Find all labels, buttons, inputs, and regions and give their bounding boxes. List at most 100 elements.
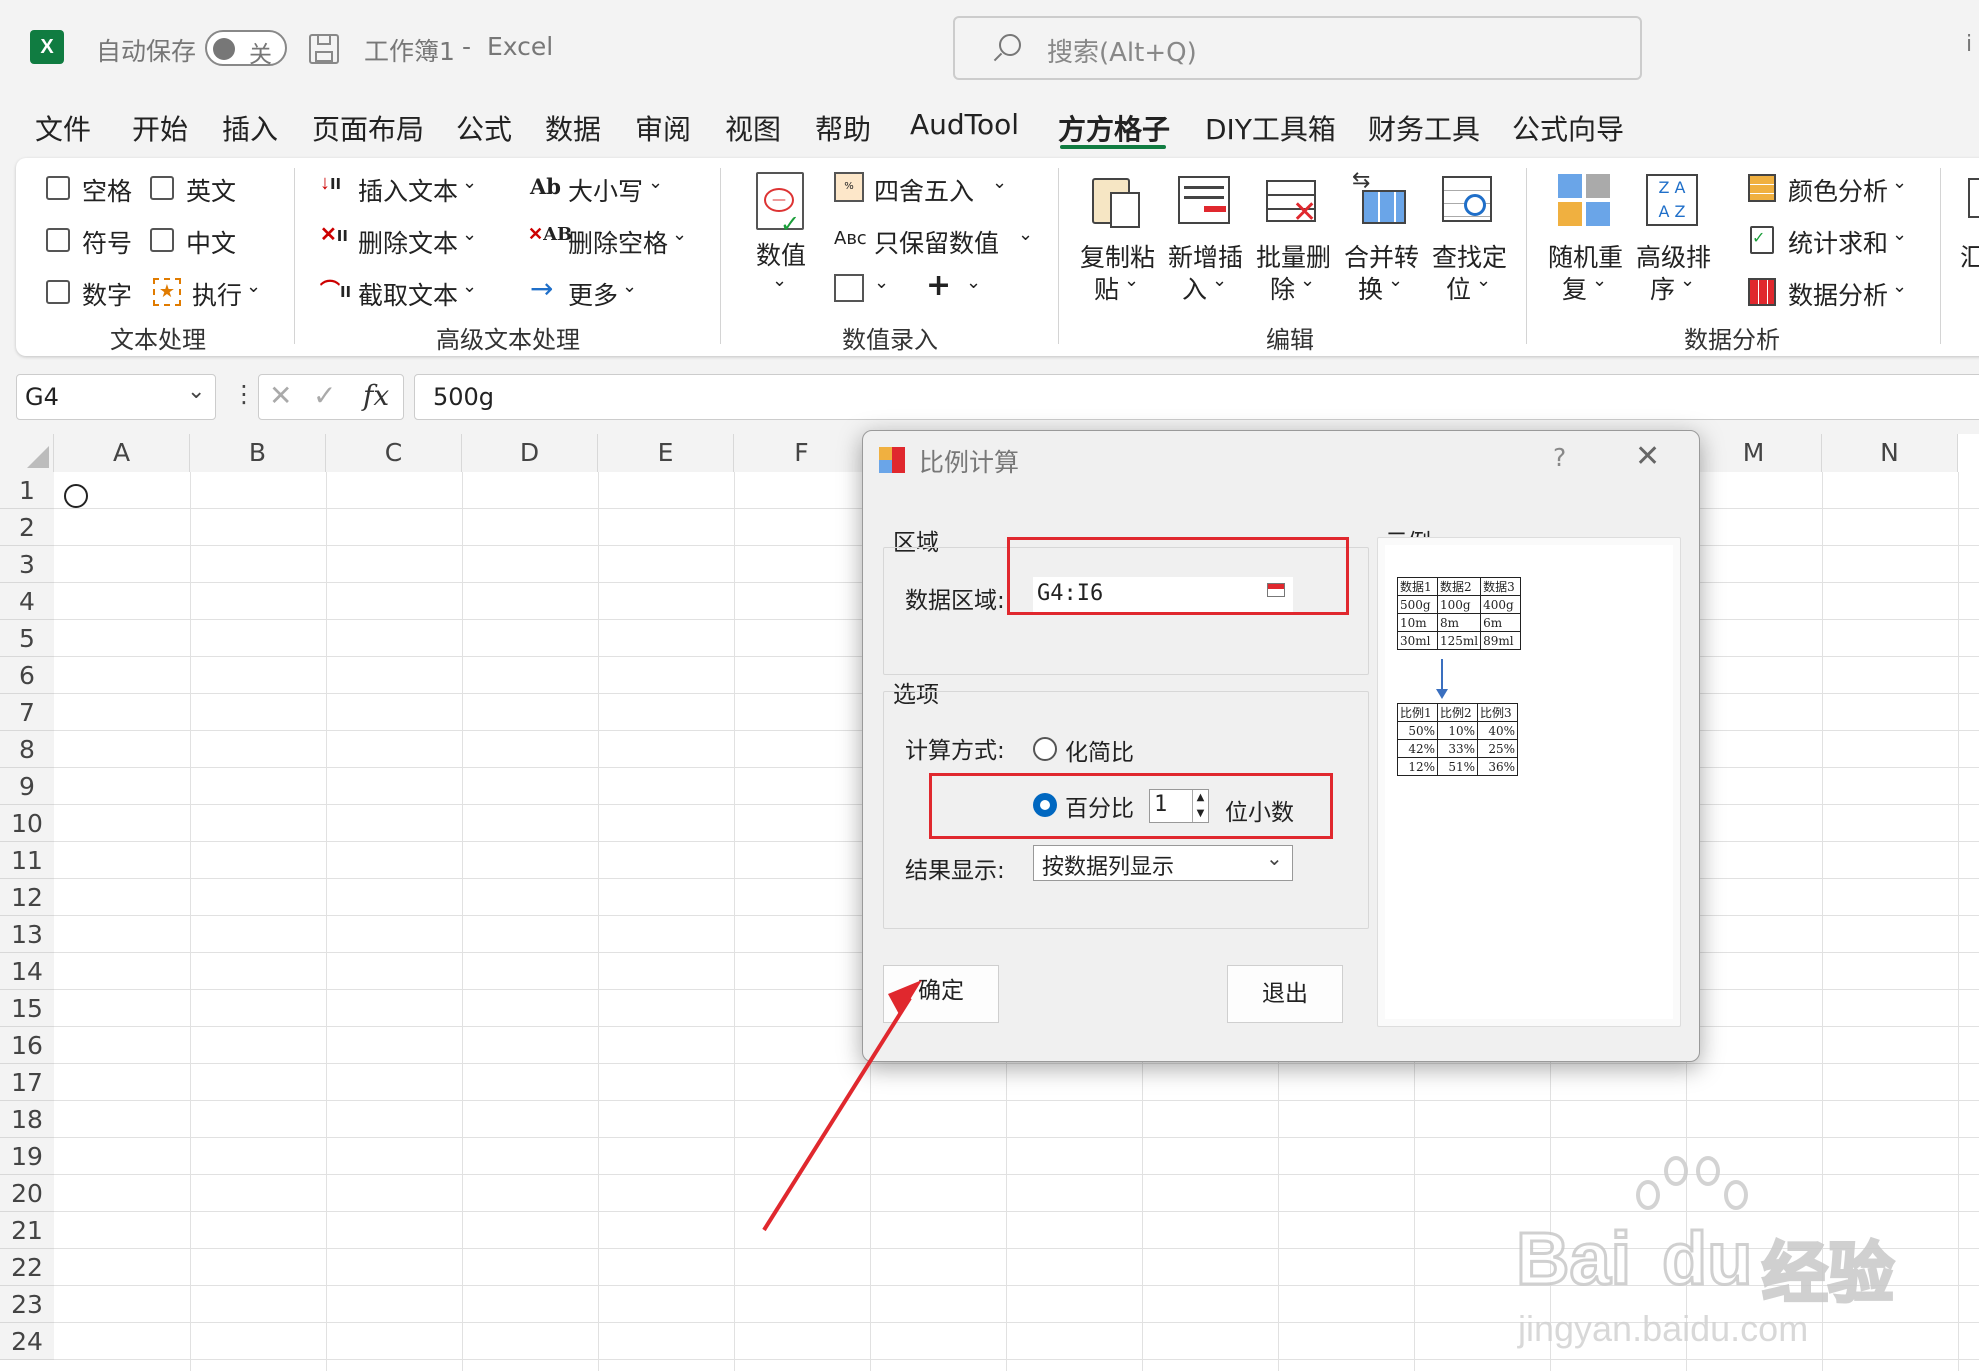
insert-function-icon[interactable]: fx — [363, 379, 389, 412]
row-header-9[interactable]: 9 — [0, 768, 54, 805]
chevron-down-icon[interactable]: ⌄ — [1388, 270, 1403, 291]
confirm-icon[interactable]: ✓ — [313, 379, 336, 412]
chevron-down-icon[interactable]: ⌄ — [1266, 846, 1283, 870]
find-locate-button[interactable]: 查找定 — [1432, 238, 1507, 274]
plus-button[interactable]: + — [926, 268, 951, 303]
menu-review[interactable]: 审阅 — [635, 108, 691, 148]
row-header-7[interactable]: 7 — [0, 694, 54, 731]
menu-data[interactable]: 数据 — [545, 108, 601, 148]
menu-page-layout[interactable]: 页面布局 — [312, 108, 424, 148]
select-all-corner[interactable] — [0, 434, 54, 472]
row-header-6[interactable]: 6 — [0, 657, 54, 694]
column-header-m[interactable]: M — [1686, 434, 1822, 472]
result-display-select[interactable]: 按数据列显示 ⌄ — [1033, 845, 1293, 881]
chevron-down-icon[interactable]: ⌄ — [966, 272, 981, 293]
keep-value-button[interactable]: 只保留数值 — [874, 224, 999, 260]
row-header-8[interactable]: 8 — [0, 731, 54, 768]
radio-simplify[interactable] — [1033, 737, 1057, 761]
column-header-n[interactable]: N — [1822, 434, 1958, 472]
chevron-down-icon[interactable]: ⌄ — [1300, 270, 1315, 291]
row-header-2[interactable]: 2 — [0, 509, 54, 546]
help-button[interactable]: ? — [1553, 443, 1566, 472]
column-header-b[interactable]: B — [190, 434, 326, 472]
merge-convert-button[interactable]: 合并转 — [1344, 238, 1419, 274]
exit-button[interactable]: 退出 — [1227, 965, 1343, 1023]
row-header-10[interactable]: 10 — [0, 805, 54, 842]
column-header-d[interactable]: D — [462, 434, 598, 472]
row-header-19[interactable]: 19 — [0, 1138, 54, 1175]
chevron-down-icon[interactable]: ⌄ — [1212, 270, 1227, 291]
chevron-down-icon[interactable]: ⌄ — [672, 224, 687, 245]
row-header-3[interactable]: 3 — [0, 546, 54, 583]
checkbox-number[interactable] — [46, 280, 70, 304]
color-analysis-button[interactable]: 颜色分析 — [1788, 172, 1888, 208]
stat-sum-button[interactable]: 统计求和 — [1788, 224, 1888, 260]
row-header-20[interactable]: 20 — [0, 1175, 54, 1212]
round-button[interactable]: 四舍五入 — [874, 172, 974, 208]
autosave-toggle[interactable]: 关 — [205, 30, 287, 68]
checkbox-english[interactable] — [150, 176, 174, 200]
row-header-18[interactable]: 18 — [0, 1101, 54, 1138]
row-header-1[interactable]: 1 — [0, 472, 54, 509]
chevron-down-icon[interactable]: ⌄ — [462, 224, 477, 245]
row-header-12[interactable]: 12 — [0, 879, 54, 916]
menu-finance-tools[interactable]: 财务工具 — [1368, 108, 1480, 148]
menu-home[interactable]: 开始 — [132, 108, 188, 148]
row-header-22[interactable]: 22 — [0, 1249, 54, 1286]
batch-delete-button[interactable]: 批量删 — [1256, 238, 1331, 274]
menu-diy-toolbox[interactable]: DIY工具箱 — [1205, 108, 1336, 148]
execute-button[interactable]: 执行 — [192, 276, 242, 312]
chevron-down-icon[interactable]: ⌄ — [462, 276, 477, 297]
case-button[interactable]: 大小写 — [568, 172, 643, 208]
chevron-down-icon[interactable]: ⌄ — [246, 276, 261, 297]
name-box[interactable]: G4 ⌄ — [16, 374, 216, 420]
menu-file[interactable]: 文件 — [35, 108, 91, 148]
chevron-down-icon[interactable]: ⌄ — [1892, 172, 1907, 193]
random-repeat-button[interactable]: 随机重 — [1548, 238, 1623, 274]
menu-formula-wizard[interactable]: 公式向导 — [1512, 108, 1624, 148]
column-header-a[interactable]: A — [54, 434, 190, 472]
checkbox-chinese[interactable] — [150, 228, 174, 252]
chevron-down-icon[interactable]: ⌄ — [622, 276, 637, 297]
close-icon[interactable]: ✕ — [1635, 439, 1660, 474]
chevron-down-icon[interactable]: ⌄ — [648, 172, 663, 193]
column-header-f[interactable]: F — [734, 434, 870, 472]
more-options-icon[interactable]: ⋮ — [232, 380, 256, 408]
cancel-icon[interactable]: ✕ — [269, 379, 292, 412]
row-header-13[interactable]: 13 — [0, 916, 54, 953]
column-header-e[interactable]: E — [598, 434, 734, 472]
chevron-down-icon[interactable]: ⌄ — [187, 379, 205, 404]
data-analysis-button[interactable]: 数据分析 — [1788, 276, 1888, 312]
row-header-16[interactable]: 16 — [0, 1027, 54, 1064]
insert-text-button[interactable]: 插入文本 — [358, 172, 458, 208]
row-header-17[interactable]: 17 — [0, 1064, 54, 1101]
menu-help[interactable]: 帮助 — [815, 108, 871, 148]
menu-insert[interactable]: 插入 — [222, 108, 278, 148]
checkbox-symbol[interactable] — [46, 228, 70, 252]
menu-view[interactable]: 视图 — [725, 108, 781, 148]
chevron-down-icon[interactable]: ⌄ — [772, 270, 787, 291]
delete-text-button[interactable]: 删除文本 — [358, 224, 458, 260]
menu-fangfanggezi[interactable]: 方方格子 — [1058, 108, 1170, 148]
chevron-down-icon[interactable]: ⌄ — [1592, 270, 1607, 291]
chevron-down-icon[interactable]: ⌄ — [462, 172, 477, 193]
save-icon[interactable] — [309, 34, 339, 64]
delete-space-button[interactable]: 删除空格 — [568, 224, 668, 260]
chevron-down-icon[interactable]: ⌄ — [992, 172, 1007, 193]
chevron-down-icon[interactable]: ⌄ — [1680, 270, 1695, 291]
menu-formulas[interactable]: 公式 — [456, 108, 512, 148]
row-header-14[interactable]: 14 — [0, 953, 54, 990]
value-button[interactable]: 数值 — [756, 236, 806, 272]
chevron-down-icon[interactable]: ⌄ — [1476, 270, 1491, 291]
edit-form-icon[interactable] — [834, 274, 864, 302]
chevron-down-icon[interactable]: ⌄ — [1018, 224, 1033, 245]
column-header-c[interactable]: C — [326, 434, 462, 472]
cut-off-button[interactable]: 汇 — [1960, 238, 1979, 274]
row-header-11[interactable]: 11 — [0, 842, 54, 879]
extract-text-button[interactable]: 截取文本 — [358, 276, 458, 312]
row-header-21[interactable]: 21 — [0, 1212, 54, 1249]
search-box[interactable]: 搜索(Alt+Q) — [953, 16, 1642, 80]
chevron-down-icon[interactable]: ⌄ — [1892, 276, 1907, 297]
row-header-5[interactable]: 5 — [0, 620, 54, 657]
advanced-sort-button[interactable]: 高级排 — [1636, 238, 1711, 274]
